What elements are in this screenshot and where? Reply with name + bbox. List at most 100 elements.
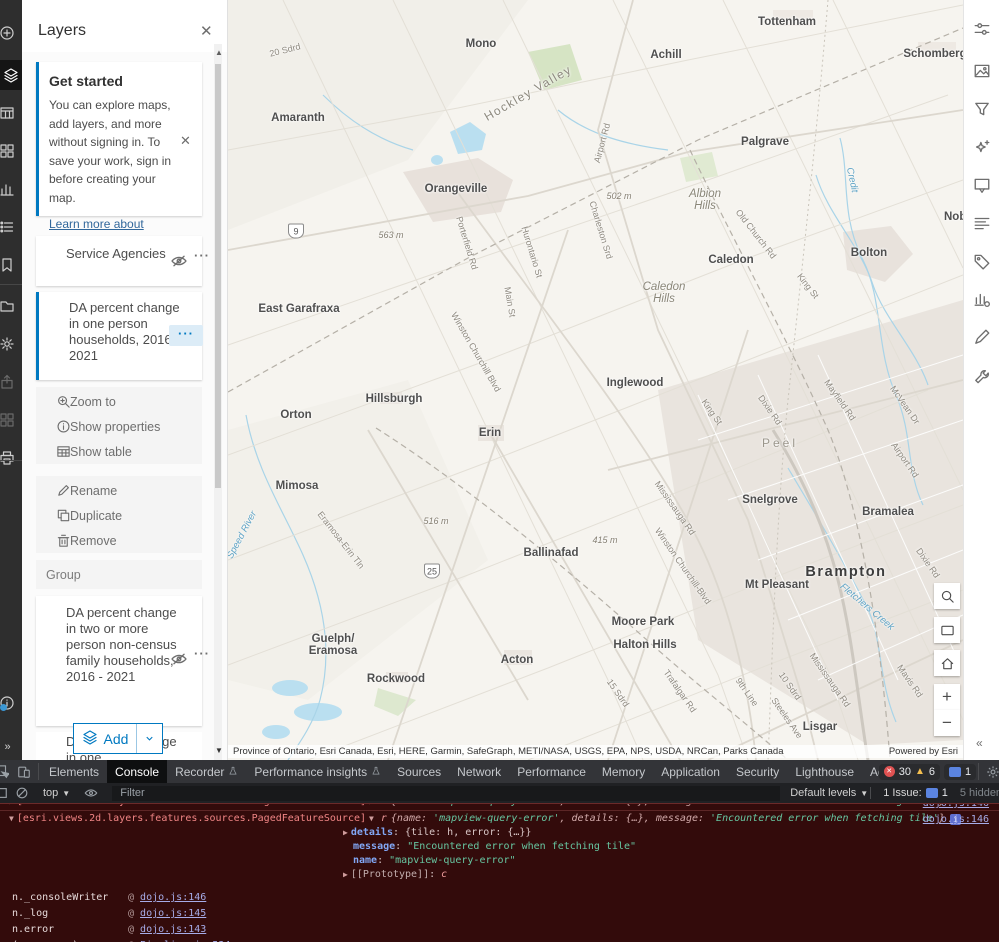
tab-lighthouse[interactable]: Lighthouse (787, 760, 862, 783)
live-expression-eye-icon[interactable] (79, 786, 103, 800)
tab-performance-insights[interactable]: Performance insights (246, 760, 389, 783)
dismiss-get-started-icon[interactable]: ✕ (180, 133, 215, 149)
screen-button[interactable] (934, 617, 960, 643)
map-label: Tottenham (758, 16, 816, 28)
scroll-down-arrow[interactable]: ▼ (215, 746, 223, 755)
log-levels-dropdown[interactable]: Default levels▼ (790, 787, 868, 799)
add-circle-icon[interactable] (0, 18, 22, 48)
basemap-grid-icon[interactable] (0, 136, 22, 166)
layer-row[interactable]: DA percent change in two or more person … (36, 596, 202, 726)
map-properties-gear-icon[interactable] (0, 329, 22, 359)
menu-item-label: Remove (70, 534, 117, 548)
visibility-eye-slash-icon[interactable] (170, 252, 188, 270)
properties-sliders-icon[interactable] (973, 20, 993, 40)
collapse-arrow-icon[interactable]: ▼ (9, 814, 14, 823)
console-error-row-clipped[interactable]: ▶[esri.views.2d.layers.features.sources.… (0, 804, 999, 811)
console-sidebar-icon[interactable] (0, 786, 10, 800)
menu-item-duplicate[interactable]: Duplicate (36, 503, 202, 528)
search-button[interactable] (934, 583, 960, 609)
menu-item-show-properties[interactable]: Show properties (36, 414, 202, 439)
inspect-icon[interactable] (0, 760, 12, 783)
tab-performance[interactable]: Performance (509, 760, 594, 783)
popups-icon[interactable] (973, 176, 993, 196)
issues-counter[interactable]: 1 Issue: 1 (883, 787, 948, 799)
add-layer-button[interactable]: Add (73, 723, 163, 754)
object-property-details[interactable]: ▶details: {tile: h, error: {…}} (340, 827, 531, 838)
add-layer-main[interactable]: Add (74, 724, 136, 753)
layers-icon[interactable] (0, 60, 22, 90)
expand-rail-icon[interactable]: » (0, 732, 22, 762)
map-canvas[interactable]: TottenhamMonoAchillSchombergAmaranthPalg… (228, 0, 963, 760)
clear-console-icon[interactable] (10, 786, 34, 800)
device-toolbar-icon[interactable] (12, 760, 36, 783)
message-count: 1 (965, 766, 971, 778)
tab-security[interactable]: Security (728, 760, 787, 783)
expand-arrow-icon[interactable]: ▶ (9, 804, 14, 806)
charts-config-icon[interactable] (973, 290, 993, 310)
scroll-up-arrow[interactable]: ▲ (215, 48, 223, 57)
tab-console[interactable]: Console (107, 760, 167, 783)
expand-arrow-icon[interactable]: ▶ (343, 828, 348, 837)
menu-item-remove[interactable]: Remove (36, 528, 202, 553)
devtools-settings-gear-icon[interactable] (981, 760, 999, 783)
filter-funnel-icon[interactable] (973, 100, 993, 120)
visibility-eye-slash-icon[interactable] (170, 650, 188, 668)
layer-row-selected[interactable]: DA percent change in one person househol… (36, 292, 202, 380)
sketch-pencil-icon[interactable] (973, 328, 993, 348)
tab-recorder[interactable]: Recorder (167, 760, 246, 783)
menu-item-group[interactable]: Group (36, 562, 202, 587)
layer-options-button[interactable]: ··· (169, 325, 203, 346)
info-badge-icon[interactable] (0, 688, 22, 718)
tab-network[interactable]: Network (449, 760, 509, 783)
error-warning-badge[interactable]: ✕ 30 ▲ 6 (879, 764, 940, 780)
collapse-rail-icon[interactable]: « (976, 736, 982, 750)
tab-memory[interactable]: Memory (594, 760, 653, 783)
stack-source-link[interactable]: dojo.js:145 (140, 908, 206, 919)
devtools-badges: ✕ 30 ▲ 6 1 (879, 760, 976, 783)
map-label: Caledon (708, 254, 753, 266)
effects-sparkles-icon[interactable] (973, 138, 993, 158)
stack-source-link[interactable]: dojo.js:143 (140, 924, 206, 935)
source-link[interactable]: dojo.js:146 (923, 814, 989, 825)
bookmarks-icon[interactable] (0, 250, 22, 280)
expand-arrow-icon[interactable]: ▶ (343, 870, 348, 879)
expand-arrow-icon[interactable]: ▶ (369, 804, 374, 806)
messages-badge[interactable]: 1 (944, 764, 976, 780)
tab-elements[interactable]: Elements (41, 760, 107, 783)
object-preview-token: , (559, 804, 571, 807)
console-error-row-expanded[interactable]: ▼[esri.views.2d.layers.features.sources.… (0, 812, 999, 882)
legend-list-icon[interactable] (0, 212, 22, 242)
panel-scrollbar-thumb[interactable] (215, 64, 221, 488)
zoom-out-button[interactable]: − (934, 710, 960, 736)
mobile-apps-icon[interactable] (0, 405, 22, 435)
menu-item-zoom-to[interactable]: Zoom to (36, 389, 202, 414)
close-panel-icon[interactable]: ✕ (200, 22, 213, 40)
fields-icon[interactable] (973, 214, 993, 234)
collapse-arrow-icon[interactable]: ▼ (369, 814, 374, 823)
execution-context-selector[interactable]: top▼ (39, 787, 74, 799)
share-icon[interactable] (0, 367, 22, 397)
configure-wrench-icon[interactable] (973, 368, 993, 388)
group-layer-row[interactable]: Service Agencies ··· (36, 236, 202, 286)
source-link[interactable]: dojo.js:146 (923, 804, 989, 809)
menu-item-show-table[interactable]: Show table (36, 439, 202, 464)
object-prototype[interactable]: ▶[[Prototype]]: c (340, 869, 447, 880)
save-folder-icon[interactable] (0, 291, 22, 321)
map-label: Peel (762, 436, 798, 450)
stack-location: @ dojo.js:145 (128, 906, 206, 922)
home-button[interactable] (934, 650, 960, 676)
charts-icon[interactable] (0, 174, 22, 204)
menu-item-rename[interactable]: Rename (36, 478, 202, 503)
layer-options-icon[interactable]: ··· (194, 646, 210, 661)
add-dropdown-caret[interactable] (137, 724, 162, 753)
console-filter-input[interactable]: Filter (112, 786, 780, 801)
labels-tag-icon[interactable] (973, 252, 993, 272)
styles-image-icon[interactable] (973, 62, 993, 82)
zoom-in-button[interactable]: + (934, 684, 960, 710)
group-options-icon[interactable]: ··· (194, 248, 210, 263)
tab-sources[interactable]: Sources (389, 760, 449, 783)
stack-source-link[interactable]: dojo.js:146 (140, 892, 206, 903)
tab-application[interactable]: Application (653, 760, 728, 783)
tables-icon[interactable] (0, 98, 22, 128)
print-icon[interactable] (0, 443, 22, 473)
